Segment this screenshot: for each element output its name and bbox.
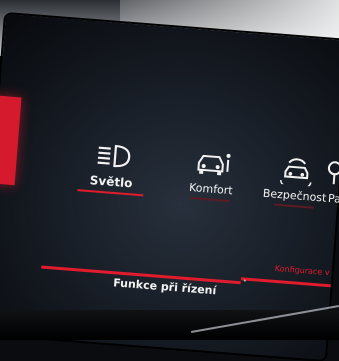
side-red-indicator xyxy=(0,95,22,186)
car-comfort-icon xyxy=(197,153,231,176)
inactive-underline xyxy=(273,203,314,209)
tab-separator-dot xyxy=(243,279,246,282)
config-tab-underline xyxy=(240,277,331,288)
car-safety-icon xyxy=(280,158,312,187)
menu-item-label: Komfort xyxy=(188,180,234,198)
menu-item-komfort[interactable]: Komfort xyxy=(170,146,254,204)
headlight-icon xyxy=(97,144,131,168)
inactive-underline xyxy=(190,197,231,203)
parking-icon xyxy=(327,161,339,185)
menu-item-svetlo[interactable]: Světlo xyxy=(70,138,154,197)
menu-item-parking[interactable]: Pa xyxy=(314,157,339,207)
infotainment-screen: Světlo Komfort Bezpečnost Pa Funkce při … xyxy=(0,14,339,361)
tab-configuration[interactable]: Konfigurace v xyxy=(275,264,330,277)
